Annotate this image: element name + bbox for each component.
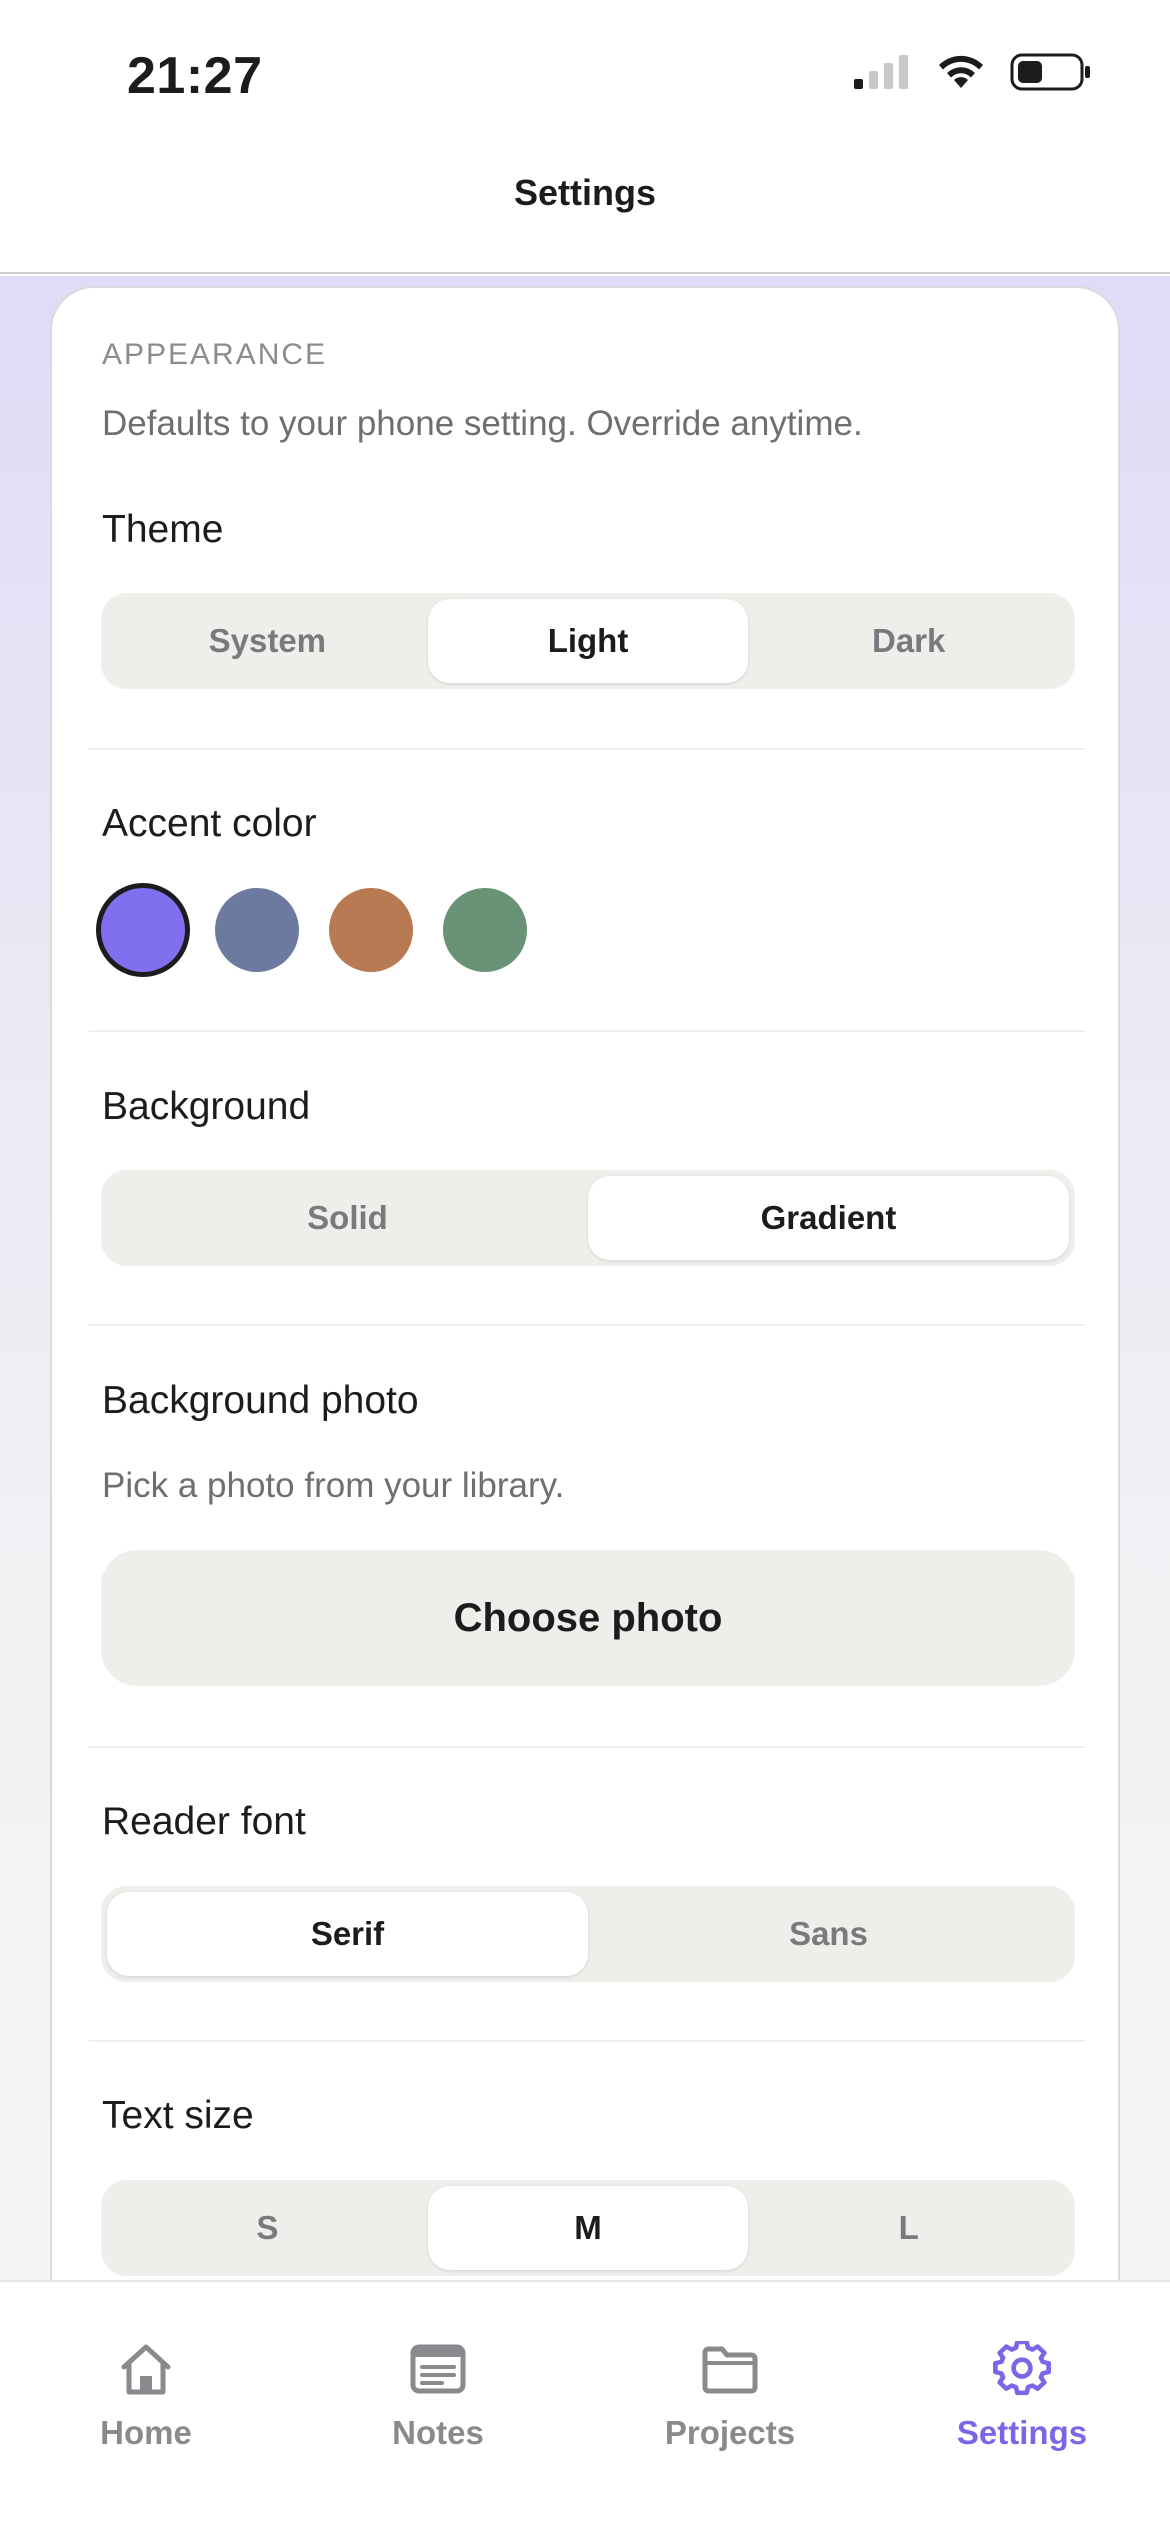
wifi-icon [934,52,988,97]
accent-swatch-purple[interactable] [101,888,185,972]
tab-label: Notes [392,2414,484,2451]
text-size-option-m[interactable]: M [427,2186,749,2270]
tab-label: Home [100,2414,192,2451]
battery-icon [1010,52,1092,97]
theme-option-system[interactable]: System [107,599,428,683]
folder-icon [700,2341,760,2402]
theme-title: Theme [102,508,224,551]
divider [89,1746,1085,1748]
gear-icon [992,2339,1052,2402]
reader-font-segmented-control: Serif Sans [101,1886,1075,1982]
divider [89,748,1085,750]
divider [89,2040,1085,2042]
reader-font-option-sans[interactable]: Sans [588,1892,1069,1976]
tab-projects[interactable]: Projects [584,2282,876,2452]
section-overline: APPEARANCE [102,338,328,371]
background-option-solid[interactable]: Solid [107,1176,588,1260]
status-bar: 21:27 [0,0,1170,150]
background-photo-title: Background photo [102,1379,419,1422]
accent-color-swatches [101,888,527,972]
settings-content[interactable]: APPEARANCE Defaults to your phone settin… [0,276,1170,2280]
text-size-title: Text size [102,2094,254,2137]
tab-label: Settings [956,2414,1088,2451]
divider [89,1324,1085,1326]
text-size-option-s[interactable]: S [107,2186,428,2270]
tab-bar: Home Notes Projects Settings [0,2280,1170,2532]
notes-icon [408,2341,468,2402]
tab-notes[interactable]: Notes [292,2282,584,2452]
theme-segmented-control: System Light Dark [101,593,1075,689]
navigation-header: Settings [0,150,1170,274]
accent-swatch-sage-green[interactable] [443,888,527,972]
theme-option-dark[interactable]: Dark [748,599,1069,683]
background-option-gradient[interactable]: Gradient [588,1176,1069,1260]
choose-photo-button[interactable]: Choose photo [101,1550,1075,1686]
status-time: 21:27 [127,47,263,105]
tab-home[interactable]: Home [0,2282,292,2452]
text-size-segmented-control: S M L [101,2180,1075,2276]
cellular-signal-icon [852,53,912,96]
appearance-helper-text: Defaults to your phone setting. Override… [102,404,863,443]
tab-settings[interactable]: Settings [876,2282,1168,2452]
background-title: Background [102,1085,311,1128]
tab-label: Projects [664,2414,796,2451]
reader-font-title: Reader font [102,1800,306,1843]
accent-color-title: Accent color [102,802,317,845]
page-title: Settings [513,172,656,213]
accent-swatch-slate-blue[interactable] [215,888,299,972]
appearance-card: APPEARANCE Defaults to your phone settin… [50,286,1120,2280]
divider [89,1030,1085,1032]
background-photo-helper-text: Pick a photo from your library. [102,1466,565,1505]
accent-swatch-terracotta[interactable] [329,888,413,972]
text-size-option-l[interactable]: L [748,2186,1069,2270]
reader-font-option-serif[interactable]: Serif [107,1892,588,1976]
status-icons [852,52,1092,97]
home-icon [116,2341,176,2402]
theme-option-light[interactable]: Light [427,599,749,683]
background-segmented-control: Solid Gradient [101,1170,1075,1266]
